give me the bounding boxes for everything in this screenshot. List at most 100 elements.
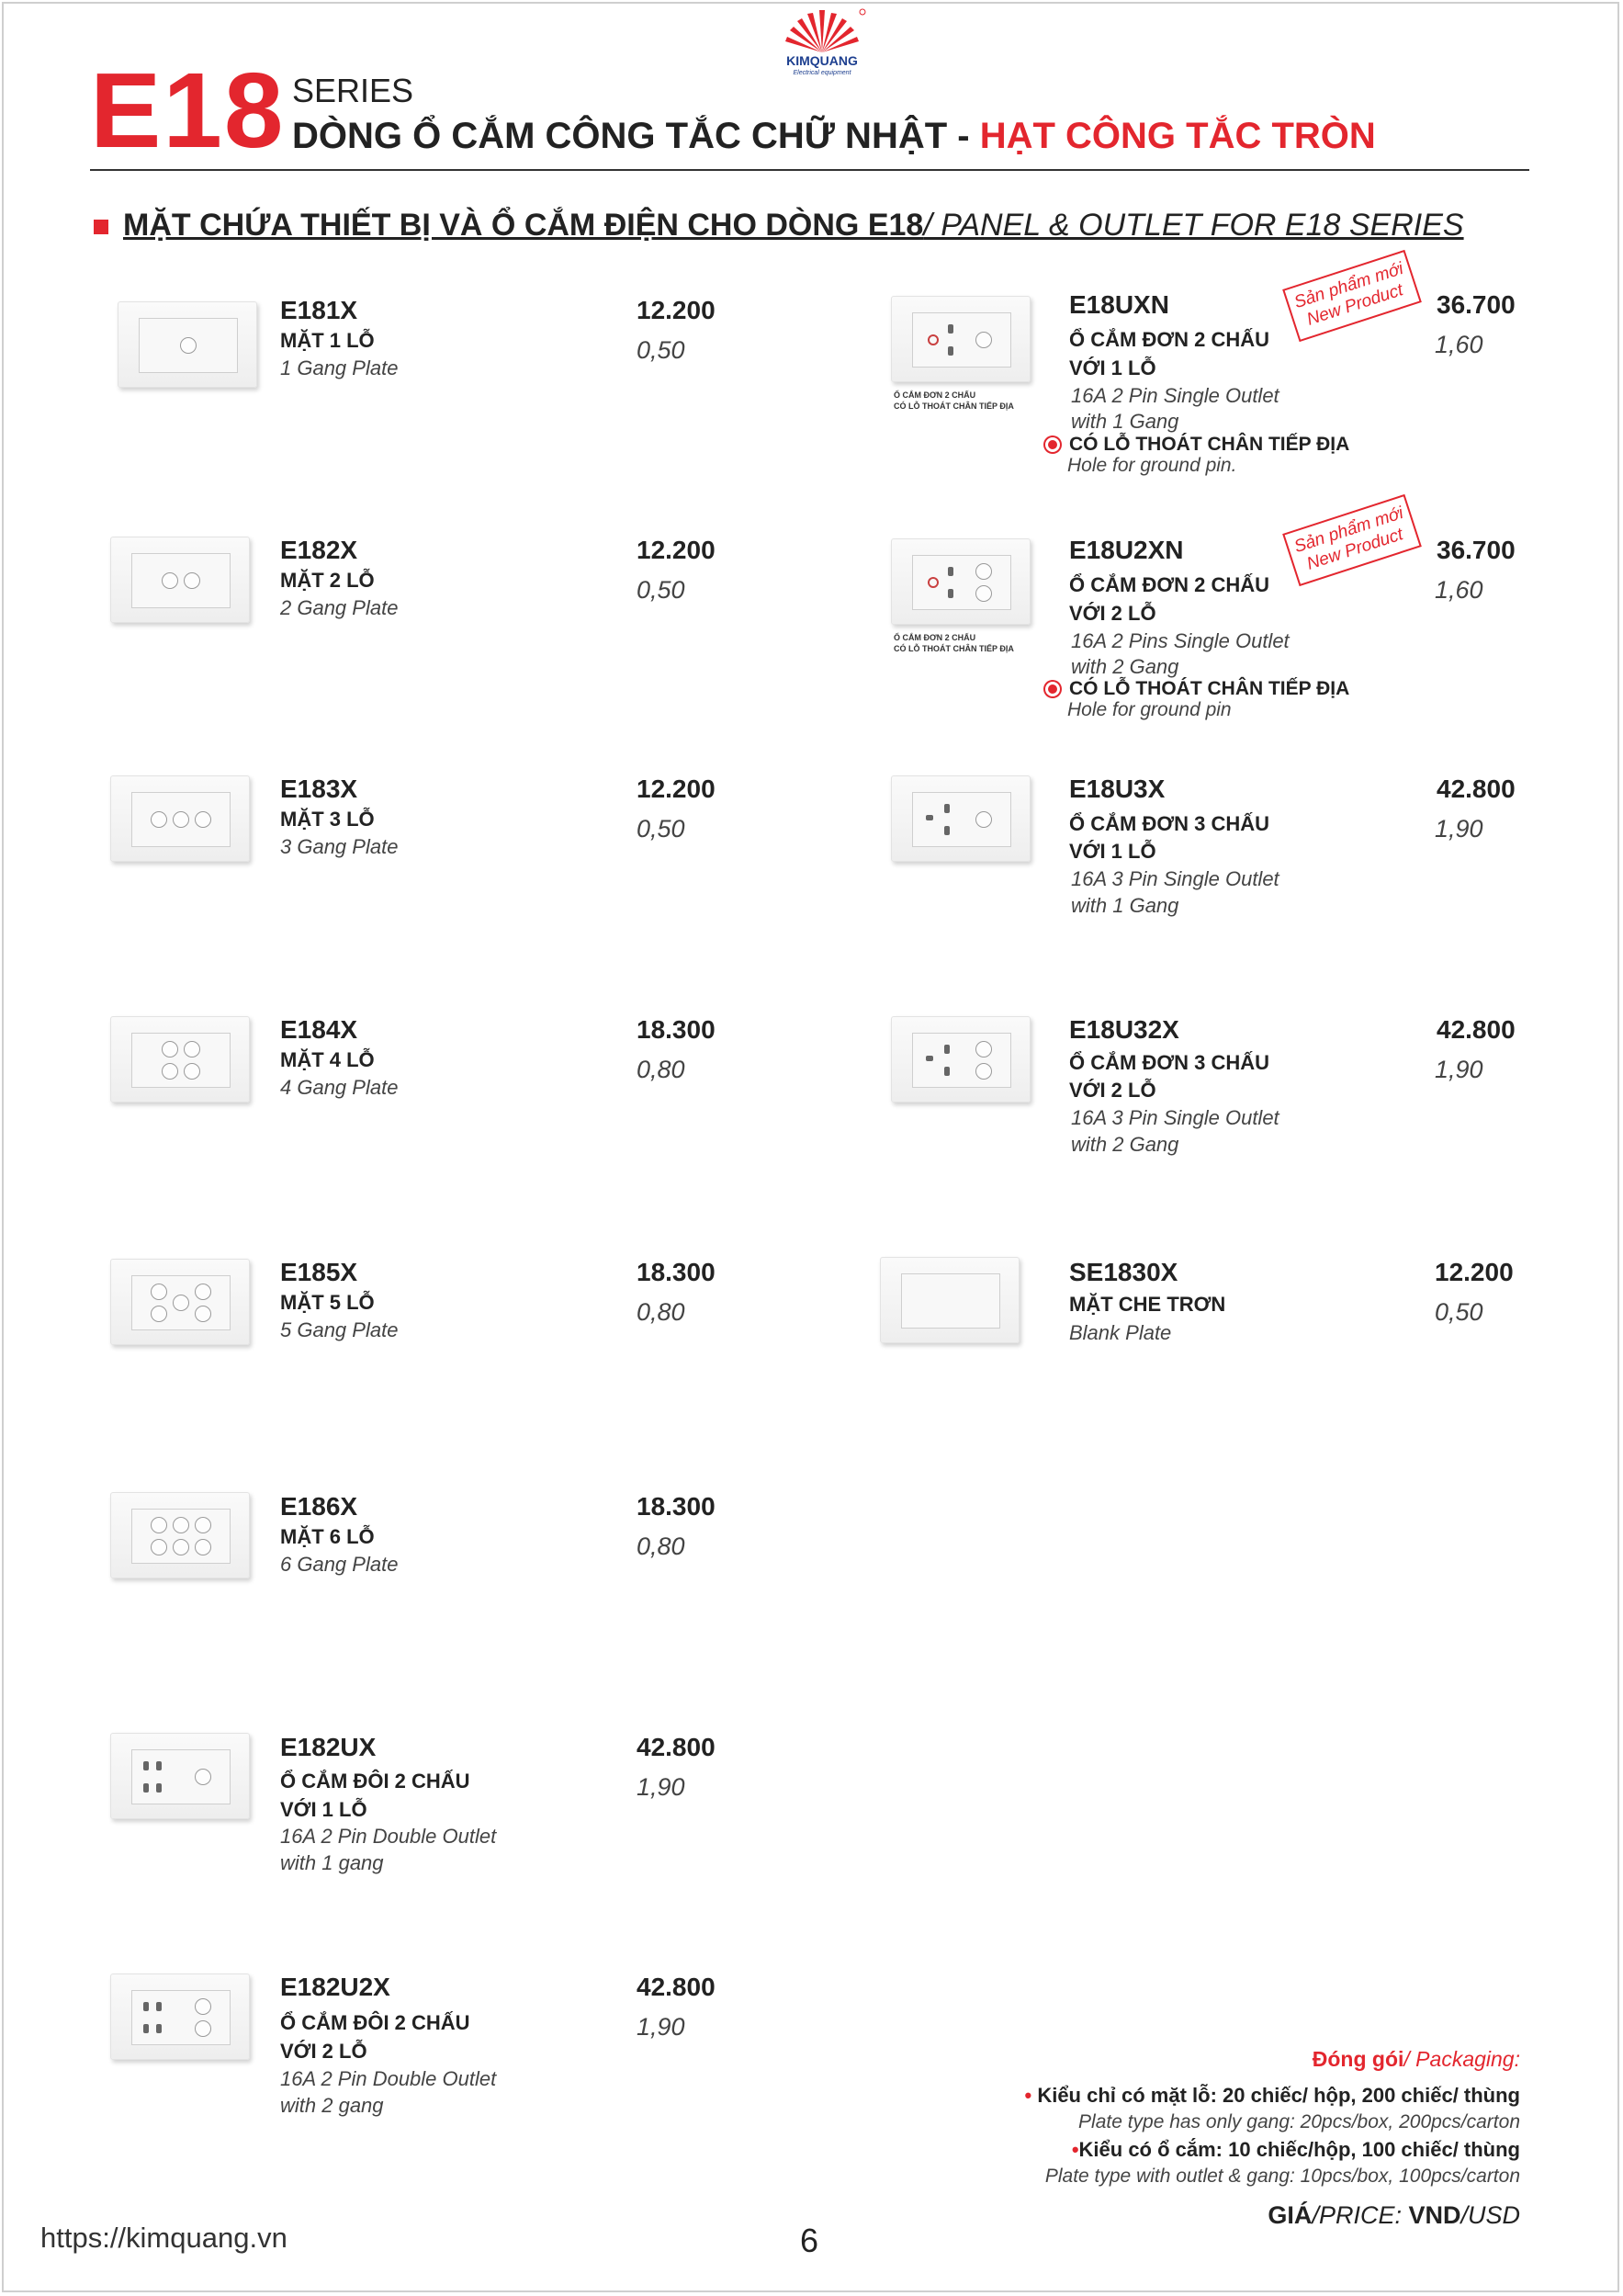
- radio-dot-icon: [1045, 682, 1060, 697]
- product-name-vn-2: VỚI 2 LỖ: [280, 2040, 367, 2063]
- product-name-en-1: 16A 2 Pin Single Outlet: [1071, 384, 1279, 407]
- price-vnd: 42.800: [637, 1973, 716, 2001]
- price-usd: 1,90: [637, 1773, 685, 1801]
- bullet-icon: •: [1024, 2084, 1032, 2107]
- product-name-en-1: 16A 2 Pin Double Outlet: [280, 1825, 497, 1848]
- title-accent: HẠT CÔNG TẮC TRÒN: [979, 116, 1376, 156]
- product-name-en: 6 Gang Plate: [280, 1553, 399, 1576]
- packaging-line-1-en: Plate type has only gang: 20pcs/box, 200…: [1078, 2111, 1520, 2132]
- plate-2-gang-image: [110, 537, 250, 623]
- price-usd: 0,80: [637, 1056, 685, 1083]
- product-name-en-2: with 1 Gang: [1071, 894, 1179, 917]
- price-usd: 1,60: [1435, 331, 1483, 358]
- image-caption-1: Ổ CẮM ĐƠN 2 CHẤU: [894, 633, 976, 642]
- website-link[interactable]: https://kimquang.vn: [40, 2222, 287, 2255]
- product-name-vn: MẶT 3 LỖ: [280, 808, 375, 831]
- product-name-en-1: 16A 3 Pin Single Outlet: [1071, 1106, 1279, 1129]
- series-code: E18: [90, 51, 286, 170]
- three-pin-outlet-1-gang-image: [891, 775, 1031, 862]
- product-code: E185X: [280, 1258, 358, 1286]
- price-vnd: 42.800: [637, 1733, 716, 1761]
- product-name-vn-2: VỚI 2 LỖ: [1069, 602, 1156, 625]
- ground-pin-note-vn: CÓ LỖ THOÁT CHÂN TIẾP ĐỊA: [1045, 678, 1349, 700]
- price-usd: 1,60: [1435, 576, 1483, 604]
- double-outlet-1-gang-image: [110, 1733, 250, 1819]
- product-code: E18UXN: [1069, 290, 1169, 319]
- price-vnd: 18.300: [637, 1492, 716, 1521]
- price-vnd: 42.800: [1437, 775, 1516, 803]
- product-code: E184X: [280, 1015, 358, 1044]
- price-usd: 0,50: [637, 576, 685, 604]
- bullet-icon: •: [1071, 2138, 1079, 2161]
- product-name-vn: MẶT 1 LỖ: [280, 329, 375, 352]
- price-vnd: 12.200: [637, 775, 716, 803]
- product-name-vn-2: VỚI 1 LỖ: [280, 1798, 367, 1821]
- double-outlet-2-gang-image: [110, 1974, 250, 2060]
- price-vnd: 12.200: [1435, 1258, 1514, 1286]
- product-name-vn-2: VỚI 2 LỖ: [1069, 1079, 1156, 1102]
- product-code: E18U32X: [1069, 1015, 1179, 1044]
- product-name-en-1: 16A 2 Pins Single Outlet: [1071, 629, 1290, 652]
- price-vnd: 12.200: [637, 296, 716, 324]
- ground-pin-note-en: Hole for ground pin.: [1067, 455, 1237, 476]
- plate-4-gang-image: [110, 1016, 250, 1103]
- plate-1-gang-image: [118, 301, 257, 388]
- product-name-en-2: with 2 Gang: [1071, 655, 1179, 678]
- product-code: E186X: [280, 1492, 358, 1521]
- price-vnd: 36.700: [1437, 536, 1516, 564]
- product-name-en: 2 Gang Plate: [280, 596, 399, 619]
- product-code: E183X: [280, 775, 358, 803]
- ground-pin-note-en: Hole for ground pin: [1067, 699, 1232, 720]
- image-caption-1: Ổ CẮM ĐƠN 2 CHẤU: [894, 390, 976, 400]
- product-code: E182UX: [280, 1733, 377, 1761]
- product-name-en-1: 16A 3 Pin Single Outlet: [1071, 867, 1279, 890]
- product-name-vn-1: Ổ CẮM ĐÔI 2 CHẤU: [280, 1770, 470, 1793]
- price-usd: 0,50: [1435, 1298, 1483, 1326]
- product-name-en: 5 Gang Plate: [280, 1318, 399, 1341]
- product-name-vn-1: Ổ CẮM ĐƠN 2 CHẤU: [1069, 328, 1269, 351]
- packaging-title-en: / Packaging:: [1403, 2047, 1520, 2071]
- product-name-vn-1: Ổ CẮM ĐƠN 2 CHẤU: [1069, 573, 1269, 596]
- blank-plate-image: [880, 1257, 1020, 1343]
- page-number: 6: [800, 2222, 819, 2259]
- three-pin-outlet-2-gang-image: [891, 1016, 1031, 1103]
- product-name-en: 3 Gang Plate: [280, 835, 399, 858]
- packaging-line-2-en: Plate type with outlet & gang: 10pcs/box…: [1044, 2166, 1520, 2187]
- product-name-en-2: with 2 gang: [280, 2094, 384, 2117]
- ground-pin-note-vn: CÓ LỖ THOÁT CHÂN TIẾP ĐỊA: [1045, 434, 1349, 456]
- price-vnd: 18.300: [637, 1015, 716, 1044]
- radio-dot-icon: [1045, 437, 1060, 453]
- product-code: E182X: [280, 536, 358, 564]
- image-caption-2: CÓ LỖ THOÁT CHÂN TIẾP ĐỊA: [894, 402, 1014, 411]
- section-title-en: / PANEL & OUTLET FOR E18 SERIES: [923, 208, 1464, 243]
- price-unit-label: GIÁ/PRICE: VND/USD: [1268, 2201, 1520, 2229]
- plate-6-gang-image: [110, 1492, 250, 1578]
- brand-name: KIMQUANG: [786, 53, 858, 68]
- section-title: MẶT CHỨA THIẾT BỊ VÀ Ổ CẮM ĐIỆN CHO DÒNG…: [94, 208, 1464, 243]
- product-name-vn-2: VỚI 1 LỖ: [1069, 840, 1156, 863]
- product-name-en-1: 16A 2 Pin Double Outlet: [280, 2067, 497, 2090]
- image-caption-2: CÓ LỖ THOÁT CHÂN TIẾP ĐỊA: [894, 644, 1014, 653]
- product-name-vn-1: Ổ CẮM ĐÔI 2 CHẤU: [280, 2011, 470, 2034]
- product-name-en: Blank Plate: [1069, 1321, 1172, 1344]
- brand-tagline: Electrical equipment: [793, 70, 851, 76]
- product-name-vn: MẶT CHE TRƠN: [1069, 1293, 1226, 1316]
- price-vnd: 42.800: [1437, 1015, 1516, 1044]
- price-usd: 1,90: [1435, 815, 1483, 843]
- single-outlet-1-gang-image: [891, 296, 1031, 382]
- product-name-en-2: with 2 Gang: [1071, 1133, 1179, 1156]
- product-name-en: 4 Gang Plate: [280, 1076, 399, 1099]
- price-vnd: 18.300: [637, 1258, 716, 1286]
- product-name-vn: MẶT 5 LỖ: [280, 1291, 375, 1314]
- product-name-vn: MẶT 6 LỖ: [280, 1525, 375, 1548]
- product-name-en-2: with 1 Gang: [1071, 410, 1179, 433]
- price-vnd: 12.200: [637, 536, 716, 564]
- product-code: SE1830X: [1069, 1258, 1178, 1286]
- bullet-square-icon: [94, 220, 108, 235]
- header-divider: [90, 169, 1529, 171]
- product-code: E182U2X: [280, 1973, 390, 2001]
- product-name-vn: MẶT 4 LỖ: [280, 1048, 375, 1071]
- section-title-vn: MẶT CHỨA THIẾT BỊ VÀ Ổ CẮM ĐIỆN CHO DÒNG…: [123, 208, 924, 243]
- packaging-line-1-vn: • Kiểu chỉ có mặt lỗ: 20 chiếc/ hộp, 200…: [1024, 2084, 1520, 2107]
- product-name-vn-1: Ổ CẮM ĐƠN 3 CHẤU: [1069, 1051, 1269, 1074]
